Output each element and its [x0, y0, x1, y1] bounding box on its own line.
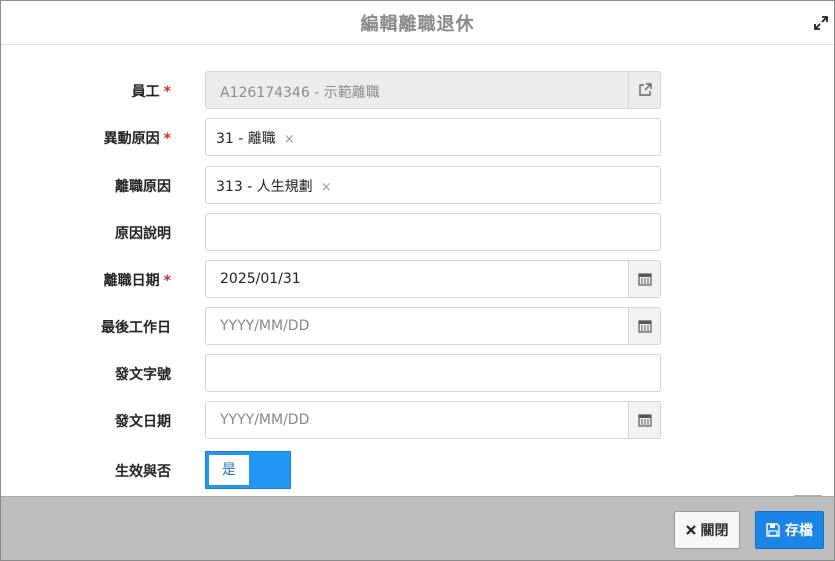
- close-button[interactable]: 關閉: [674, 511, 740, 549]
- leave-reason-row: 離職原因 313 - 人生規劃 ×: [1, 166, 834, 204]
- dialog-body: 員工* A126174346 - 示範離職 異動原因* 31 - 離職×: [1, 46, 834, 527]
- date-placeholder: YYYY/MM/DD: [220, 318, 310, 334]
- doc-date-label: 發文日期: [115, 414, 171, 430]
- close-label: 關閉: [700, 523, 729, 539]
- employee-value: A126174346 - 示範離職: [220, 85, 380, 101]
- required-mark: *: [163, 273, 171, 289]
- toggle-label: 是: [209, 455, 249, 485]
- save-button[interactable]: 存檔: [755, 511, 824, 549]
- last-work-date-label: 最後工作日: [101, 320, 171, 336]
- calendar-icon[interactable]: [628, 308, 660, 344]
- dialog-titlebar: 編輯離職退休: [1, 1, 834, 45]
- effective-label: 生效與否: [115, 464, 171, 480]
- remove-tag-icon[interactable]: ×: [321, 180, 332, 195]
- doc-date-input[interactable]: YYYY/MM/DD: [205, 401, 661, 439]
- required-mark: *: [163, 131, 171, 147]
- change-reason-tag: 31 - 離職 ×: [216, 131, 295, 147]
- doc-date-row: 發文日期 YYYY/MM/DD: [1, 401, 834, 439]
- change-reason-row: 異動原因 * 31 - 離職 ×: [1, 118, 834, 156]
- required-mark: *: [163, 84, 171, 100]
- reason-note-row: 原因說明: [1, 213, 834, 251]
- save-label: 存檔: [785, 523, 813, 539]
- calendar-icon[interactable]: [628, 402, 660, 438]
- leave-reason-label: 離職原因: [115, 179, 171, 195]
- leave-date-value: 2025/01/31: [220, 271, 301, 287]
- doc-number-label: 發文字號: [115, 367, 171, 383]
- remove-tag-icon[interactable]: ×: [284, 132, 295, 147]
- external-link-icon[interactable]: [628, 72, 660, 108]
- change-reason-select[interactable]: 31 - 離職 ×: [205, 118, 661, 156]
- reason-note-label: 原因說明: [115, 226, 171, 242]
- calendar-icon[interactable]: [628, 261, 660, 297]
- date-placeholder: YYYY/MM/DD: [220, 412, 310, 428]
- expand-icon[interactable]: [814, 15, 828, 30]
- employee-field: A126174346 - 示範離職: [205, 71, 661, 109]
- dialog-footer: 關閉 存檔: [1, 496, 834, 560]
- close-x-icon: [685, 525, 696, 535]
- employee-label: 員工 *: [131, 84, 171, 100]
- leave-date-input[interactable]: 2025/01/31: [205, 260, 661, 298]
- floppy-disk-icon: [766, 523, 780, 537]
- change-reason-label: 異動原因 *: [103, 131, 171, 147]
- employee-row: 員工 * A126174346 - 示範離職: [1, 71, 834, 109]
- reason-note-input[interactable]: [205, 213, 661, 251]
- edit-resignation-dialog: 編輯離職退休 員工 * A126174346 - 示範離職 異動原因 * 31 …: [0, 0, 835, 561]
- dialog-title: 編輯離職退休: [360, 14, 475, 35]
- doc-number-input[interactable]: [205, 354, 661, 392]
- effective-row: 生效與否 是: [1, 449, 834, 489]
- doc-number-row: 發文字號: [1, 354, 834, 392]
- last-work-date-input[interactable]: YYYY/MM/DD: [205, 307, 661, 345]
- leave-reason-tag: 313 - 人生規劃 ×: [216, 179, 332, 195]
- leave-reason-select[interactable]: 313 - 人生規劃 ×: [205, 166, 661, 204]
- effective-toggle[interactable]: 是: [205, 451, 291, 489]
- leave-date-label: 離職日期 *: [103, 273, 171, 289]
- leave-date-row: 離職日期 * 2025/01/31: [1, 260, 834, 298]
- last-work-date-row: 最後工作日 YYYY/MM/DD: [1, 307, 834, 345]
